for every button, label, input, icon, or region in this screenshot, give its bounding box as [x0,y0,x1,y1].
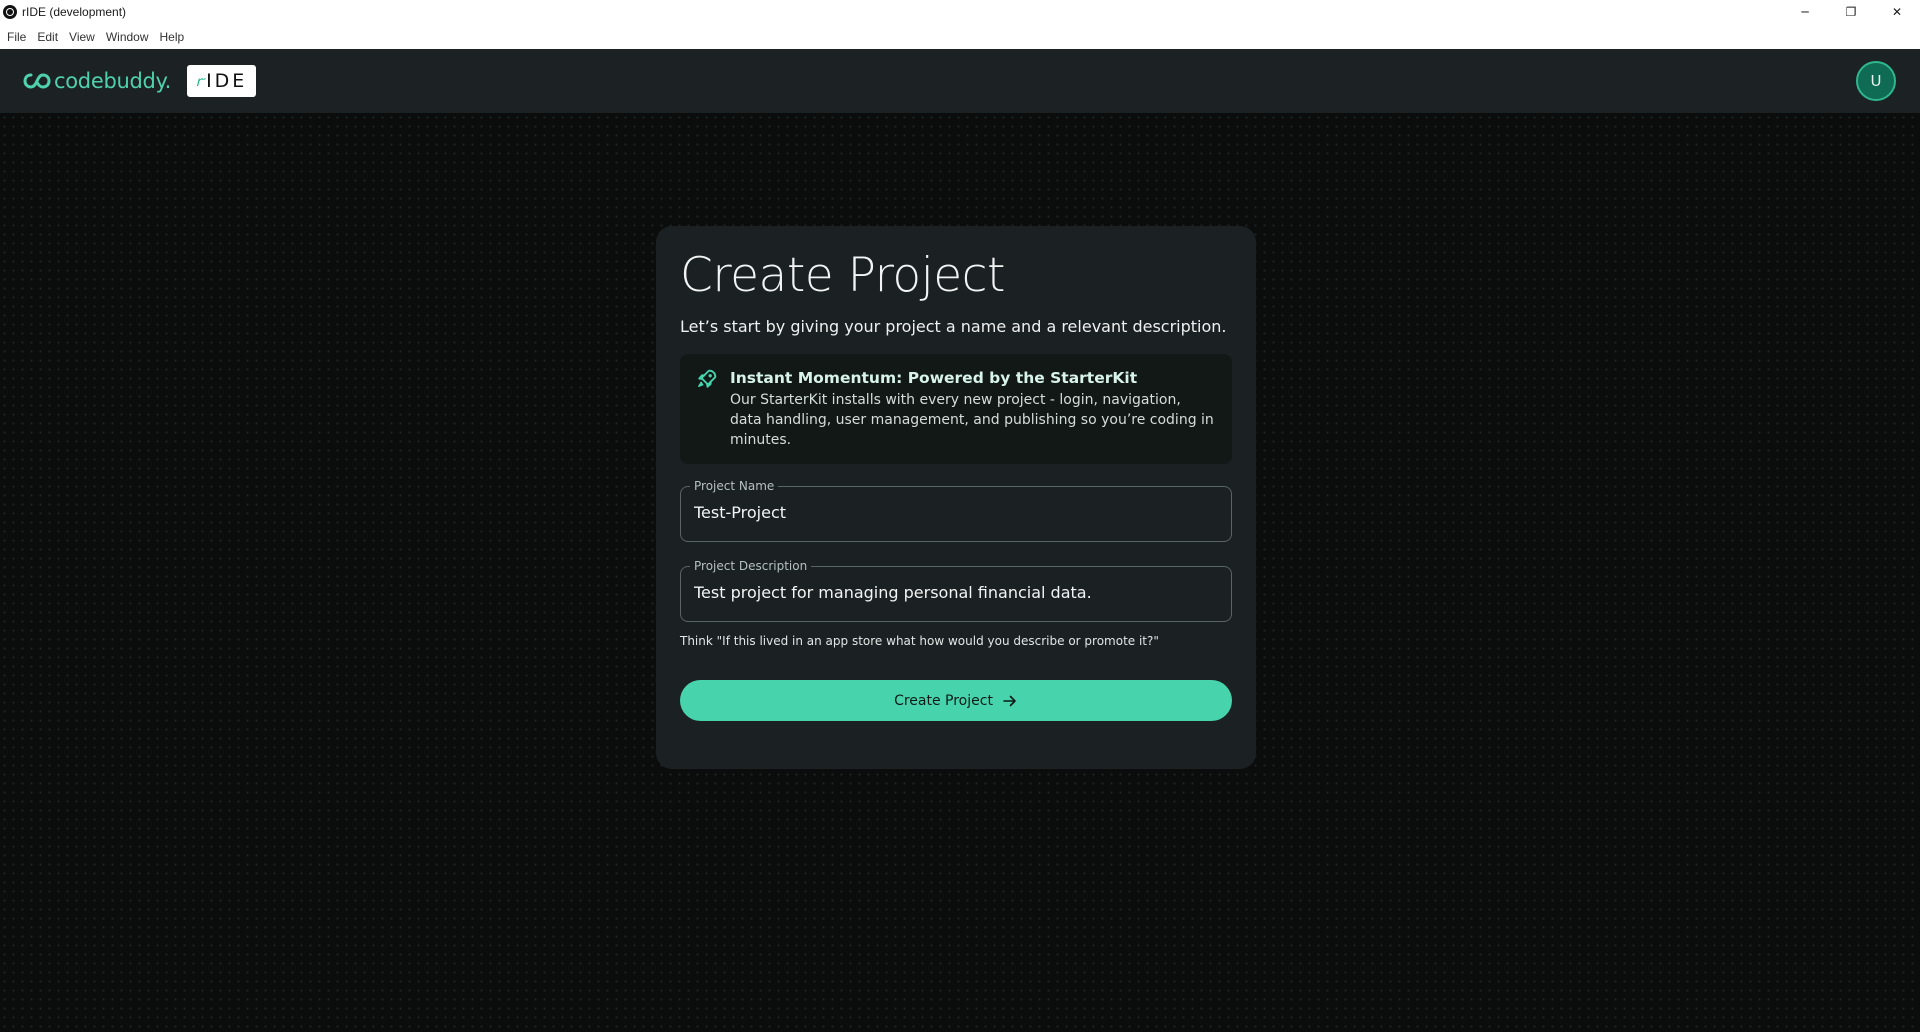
brand[interactable]: codebuddy. [23,69,171,93]
create-project-button-label: Create Project [894,692,993,709]
description-hint: Think "If this lived in an app store wha… [680,634,1159,648]
page-subtitle: Let’s start by giving your project a nam… [680,317,1227,336]
app-icon [3,5,17,19]
project-description-label: Project Description [690,558,812,574]
starterkit-info-text: Instant Momentum: Powered by the Starter… [730,368,1214,450]
create-project-button[interactable]: Create Project [680,680,1232,721]
menu-edit[interactable]: Edit [37,30,58,44]
project-description-field[interactable]: Project Description [680,558,1232,622]
menu-view[interactable]: View [69,30,95,44]
maximize-button[interactable]: ❐ [1828,0,1874,24]
project-name-field[interactable]: Project Name [680,478,1232,542]
starterkit-info-box: Instant Momentum: Powered by the Starter… [680,354,1232,464]
app-header: codebuddy. ꭈ IDE U [0,49,1920,113]
menu-window[interactable]: Window [106,30,149,44]
starterkit-info-body: Our StarterKit installs with every new p… [730,392,1214,448]
starterkit-info-title: Instant Momentum: Powered by the Starter… [730,369,1138,387]
project-name-input[interactable] [694,503,1214,522]
codebuddy-logo-icon [23,73,51,89]
menu-file[interactable]: File [7,30,26,44]
menu-help[interactable]: Help [160,30,185,44]
page-title: Create Project [680,248,1005,303]
menu-bar: File Edit View Window Help [0,24,1920,49]
ride-badge: ꭈ IDE [187,65,257,97]
window-controls: ─ ❐ ✕ [1782,0,1920,24]
ride-r-mark-icon: ꭈ [195,73,205,90]
window-title: rIDE (development) [22,5,127,19]
close-button[interactable]: ✕ [1874,0,1920,24]
arrow-right-icon [1003,695,1016,706]
create-project-card: Create Project Let’s start by giving you… [656,226,1256,769]
rocket-icon [698,369,717,388]
brand-name: codebuddy. [54,69,172,93]
window-titlebar: rIDE (development) ─ ❐ ✕ [0,0,1920,24]
ride-badge-text: IDE [206,70,248,92]
project-name-label: Project Name [690,478,779,494]
project-description-input[interactable] [694,583,1214,602]
user-avatar[interactable]: U [1856,61,1896,101]
minimize-button[interactable]: ─ [1782,0,1828,24]
